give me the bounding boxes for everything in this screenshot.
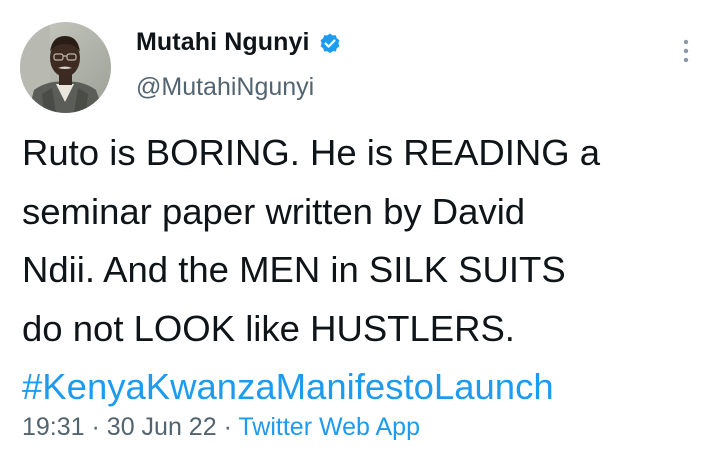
tweet-source-link[interactable]: Twitter Web App — [238, 413, 420, 441]
tweet-text-line-4: do not LOOK like HUSTLERS. — [22, 307, 515, 349]
verified-badge-icon — [318, 32, 342, 56]
meta-separator: · — [223, 413, 232, 441]
tweet-text-line-2: seminar paper written by David — [22, 190, 526, 232]
tweet-text-line-3: Ndii. And the MEN in SILK SUITS — [22, 249, 566, 290]
hashtag-link[interactable]: #KenyaKwanzaManifestoLaunch — [22, 358, 712, 417]
tweet-time[interactable]: 19:31 — [22, 413, 85, 441]
meta-separator: · — [91, 413, 100, 441]
tweet-meta: 19:31 · 30 Jun 22 · Twitter Web App — [22, 413, 420, 442]
tweet-text: Ruto is BORING. He is READING a seminar … — [22, 124, 712, 417]
tweet-date[interactable]: 30 Jun 22 — [107, 413, 217, 441]
avatar-photo-icon — [20, 22, 111, 113]
more-options-icon[interactable] — [679, 36, 693, 66]
tweet-card: Mutahi Ngunyi @MutahiNgunyi Ruto is BORI… — [0, 0, 720, 450]
tweet-text-line-1: Ruto is BORING. He is READING a — [22, 132, 601, 173]
avatar[interactable] — [20, 22, 111, 113]
author-display-name[interactable]: Mutahi Ngunyi — [136, 28, 310, 57]
author-handle[interactable]: @MutahiNgunyi — [136, 73, 314, 102]
author-name-row: Mutahi Ngunyi — [136, 28, 342, 57]
